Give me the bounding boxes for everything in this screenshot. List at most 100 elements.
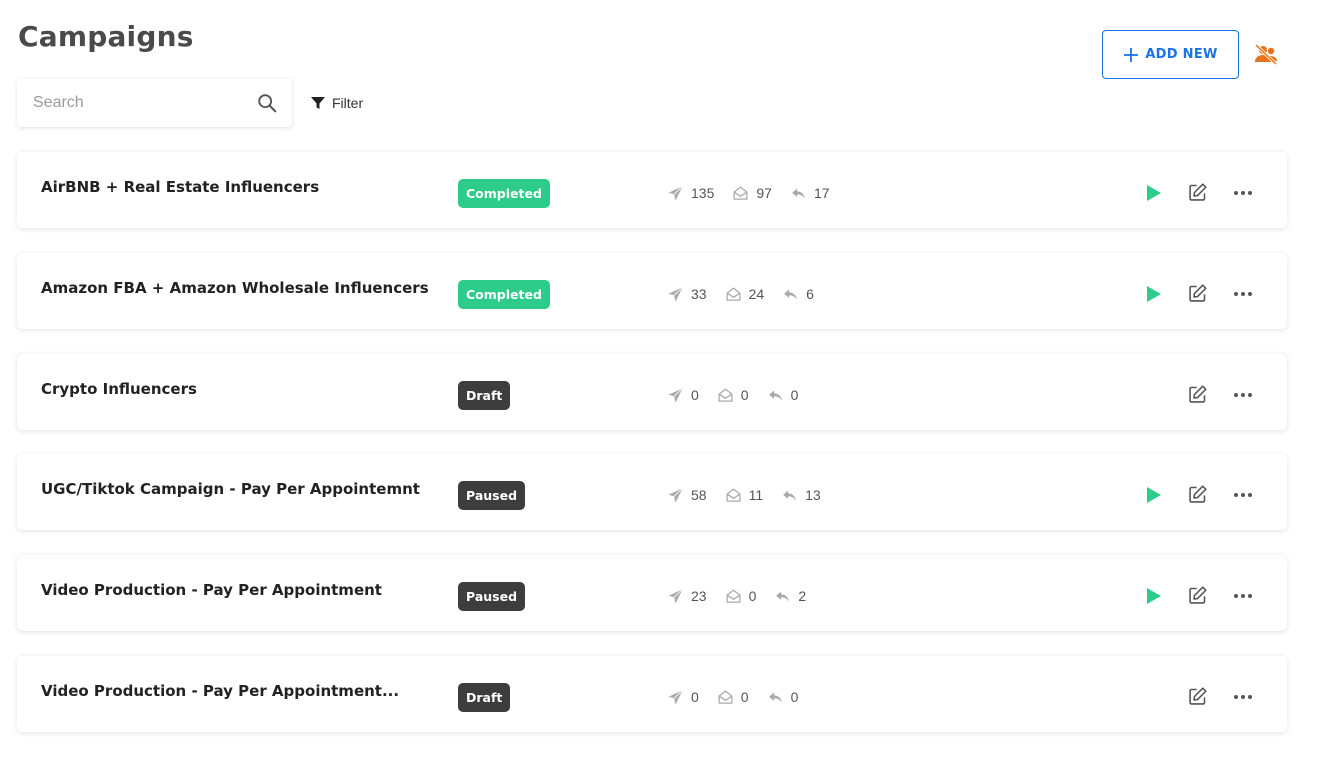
- opened-stat: 24: [725, 286, 765, 303]
- status-badge: Paused: [458, 582, 526, 611]
- edit-icon[interactable]: [1187, 283, 1208, 304]
- envelope-open-icon: [718, 689, 733, 704]
- campaign-name[interactable]: Video Production - Pay Per Appointment..…: [41, 682, 399, 700]
- search-box: [17, 79, 292, 127]
- play-icon[interactable]: [1145, 183, 1163, 203]
- search-input[interactable]: [33, 92, 253, 114]
- campaign-name[interactable]: Video Production - Pay Per Appointment: [41, 581, 382, 599]
- add-new-button[interactable]: ADD NEW: [1102, 30, 1239, 79]
- replied-stat: 0: [767, 689, 799, 706]
- status-badge: Draft: [458, 381, 511, 410]
- more-options-icon[interactable]: [1232, 687, 1254, 707]
- envelope-open-icon: [733, 185, 748, 200]
- sent-count: 58: [691, 487, 707, 503]
- replied-stat: 0: [767, 387, 798, 404]
- status-badge: Draft: [458, 683, 511, 712]
- page-title: Campaigns: [18, 20, 194, 53]
- envelope-open-icon: [718, 387, 733, 402]
- opened-count: 0: [740, 387, 749, 403]
- more-options-icon[interactable]: [1232, 183, 1254, 203]
- replied-count: 13: [805, 487, 821, 503]
- campaign-stats: 33 24 6: [667, 284, 832, 304]
- paper-plane-icon: [668, 185, 683, 201]
- sent-stat: 58: [667, 487, 707, 504]
- campaign-row[interactable]: AirBNB + Real Estate Influencers Complet…: [17, 152, 1287, 228]
- filter-icon: [311, 97, 325, 109]
- reply-icon: [783, 490, 796, 500]
- opened-count: 0: [740, 689, 749, 705]
- campaign-name[interactable]: Crypto Influencers: [41, 380, 197, 398]
- opened-stat: 0: [725, 588, 757, 605]
- sent-count: 0: [691, 387, 699, 403]
- replied-count: 2: [798, 588, 807, 604]
- play-icon[interactable]: [1145, 284, 1163, 304]
- sent-stat: 33: [667, 286, 707, 303]
- paper-plane-icon: [668, 286, 683, 302]
- reply-icon: [784, 289, 798, 299]
- status-badge: Completed: [458, 179, 550, 208]
- envelope-open-icon: [726, 487, 741, 502]
- edit-icon[interactable]: [1187, 686, 1208, 707]
- paper-plane-icon: [668, 487, 683, 503]
- campaign-name[interactable]: Amazon FBA + Amazon Wholesale Influencer…: [41, 279, 429, 297]
- more-options-icon[interactable]: [1232, 385, 1254, 405]
- sent-stat: 23: [667, 588, 707, 605]
- campaign-row[interactable]: Crypto Influencers Draft 0 0 0: [17, 354, 1287, 430]
- edit-icon[interactable]: [1187, 384, 1208, 405]
- play-icon[interactable]: [1145, 485, 1163, 505]
- campaign-row[interactable]: Amazon FBA + Amazon Wholesale Influencer…: [17, 253, 1287, 329]
- opened-count: 0: [748, 588, 757, 604]
- replied-count: 0: [790, 689, 799, 705]
- more-options-icon[interactable]: [1232, 284, 1254, 304]
- campaign-name[interactable]: AirBNB + Real Estate Influencers: [41, 178, 319, 196]
- paper-plane-icon: [668, 588, 683, 604]
- opened-stat: 0: [717, 387, 749, 404]
- campaign-stats: 0 0 0: [667, 385, 816, 405]
- paper-plane-icon: [668, 689, 683, 705]
- search-icon[interactable]: [256, 92, 278, 114]
- campaign-row[interactable]: Video Production - Pay Per Appointment..…: [17, 656, 1287, 732]
- sent-count: 0: [691, 689, 699, 705]
- campaign-row[interactable]: Video Production - Pay Per Appointment P…: [17, 555, 1287, 631]
- play-icon[interactable]: [1145, 586, 1163, 606]
- edit-icon[interactable]: [1187, 182, 1208, 203]
- sent-stat: 0: [667, 387, 699, 404]
- sent-count: 23: [691, 588, 707, 604]
- envelope-open-icon: [726, 286, 741, 301]
- plus-icon: [1124, 47, 1139, 62]
- more-options-icon[interactable]: [1232, 586, 1254, 606]
- replied-count: 17: [813, 185, 830, 201]
- opened-stat: 97: [732, 185, 772, 202]
- filter-label: Filter: [332, 95, 364, 111]
- filter-button[interactable]: Filter: [310, 92, 363, 114]
- envelope-open-icon: [726, 588, 741, 603]
- replied-stat: 6: [782, 286, 814, 303]
- more-options-icon[interactable]: [1232, 485, 1254, 505]
- campaign-name[interactable]: UGC/Tiktok Campaign - Pay Per Appointemn…: [41, 480, 420, 498]
- add-new-label: ADD NEW: [1145, 47, 1218, 62]
- opened-count: 24: [748, 286, 765, 302]
- status-badge: Paused: [458, 481, 526, 510]
- replied-stat: 13: [781, 487, 821, 504]
- replied-stat: 2: [774, 588, 806, 605]
- replied-count: 6: [806, 286, 814, 302]
- sent-stat: 135: [667, 185, 714, 202]
- campaign-stats: 58 11 13: [667, 485, 839, 505]
- reply-icon: [768, 390, 782, 400]
- sent-stat: 0: [667, 689, 699, 706]
- opened-count: 11: [748, 487, 764, 503]
- edit-icon[interactable]: [1187, 585, 1208, 606]
- status-badge: Completed: [458, 280, 550, 309]
- reply-icon: [768, 692, 782, 702]
- paper-plane-icon: [668, 387, 683, 403]
- opened-count: 97: [756, 185, 772, 201]
- edit-icon[interactable]: [1187, 484, 1208, 505]
- team-off-icon[interactable]: [1254, 43, 1278, 65]
- campaign-stats: 23 0 2: [667, 586, 824, 606]
- campaign-stats: 0 0 0: [667, 687, 816, 707]
- reply-icon: [776, 591, 790, 601]
- campaign-stats: 135 97 17: [667, 183, 848, 203]
- opened-stat: 0: [717, 689, 749, 706]
- reply-icon: [792, 188, 805, 198]
- campaign-row[interactable]: UGC/Tiktok Campaign - Pay Per Appointemn…: [17, 454, 1287, 530]
